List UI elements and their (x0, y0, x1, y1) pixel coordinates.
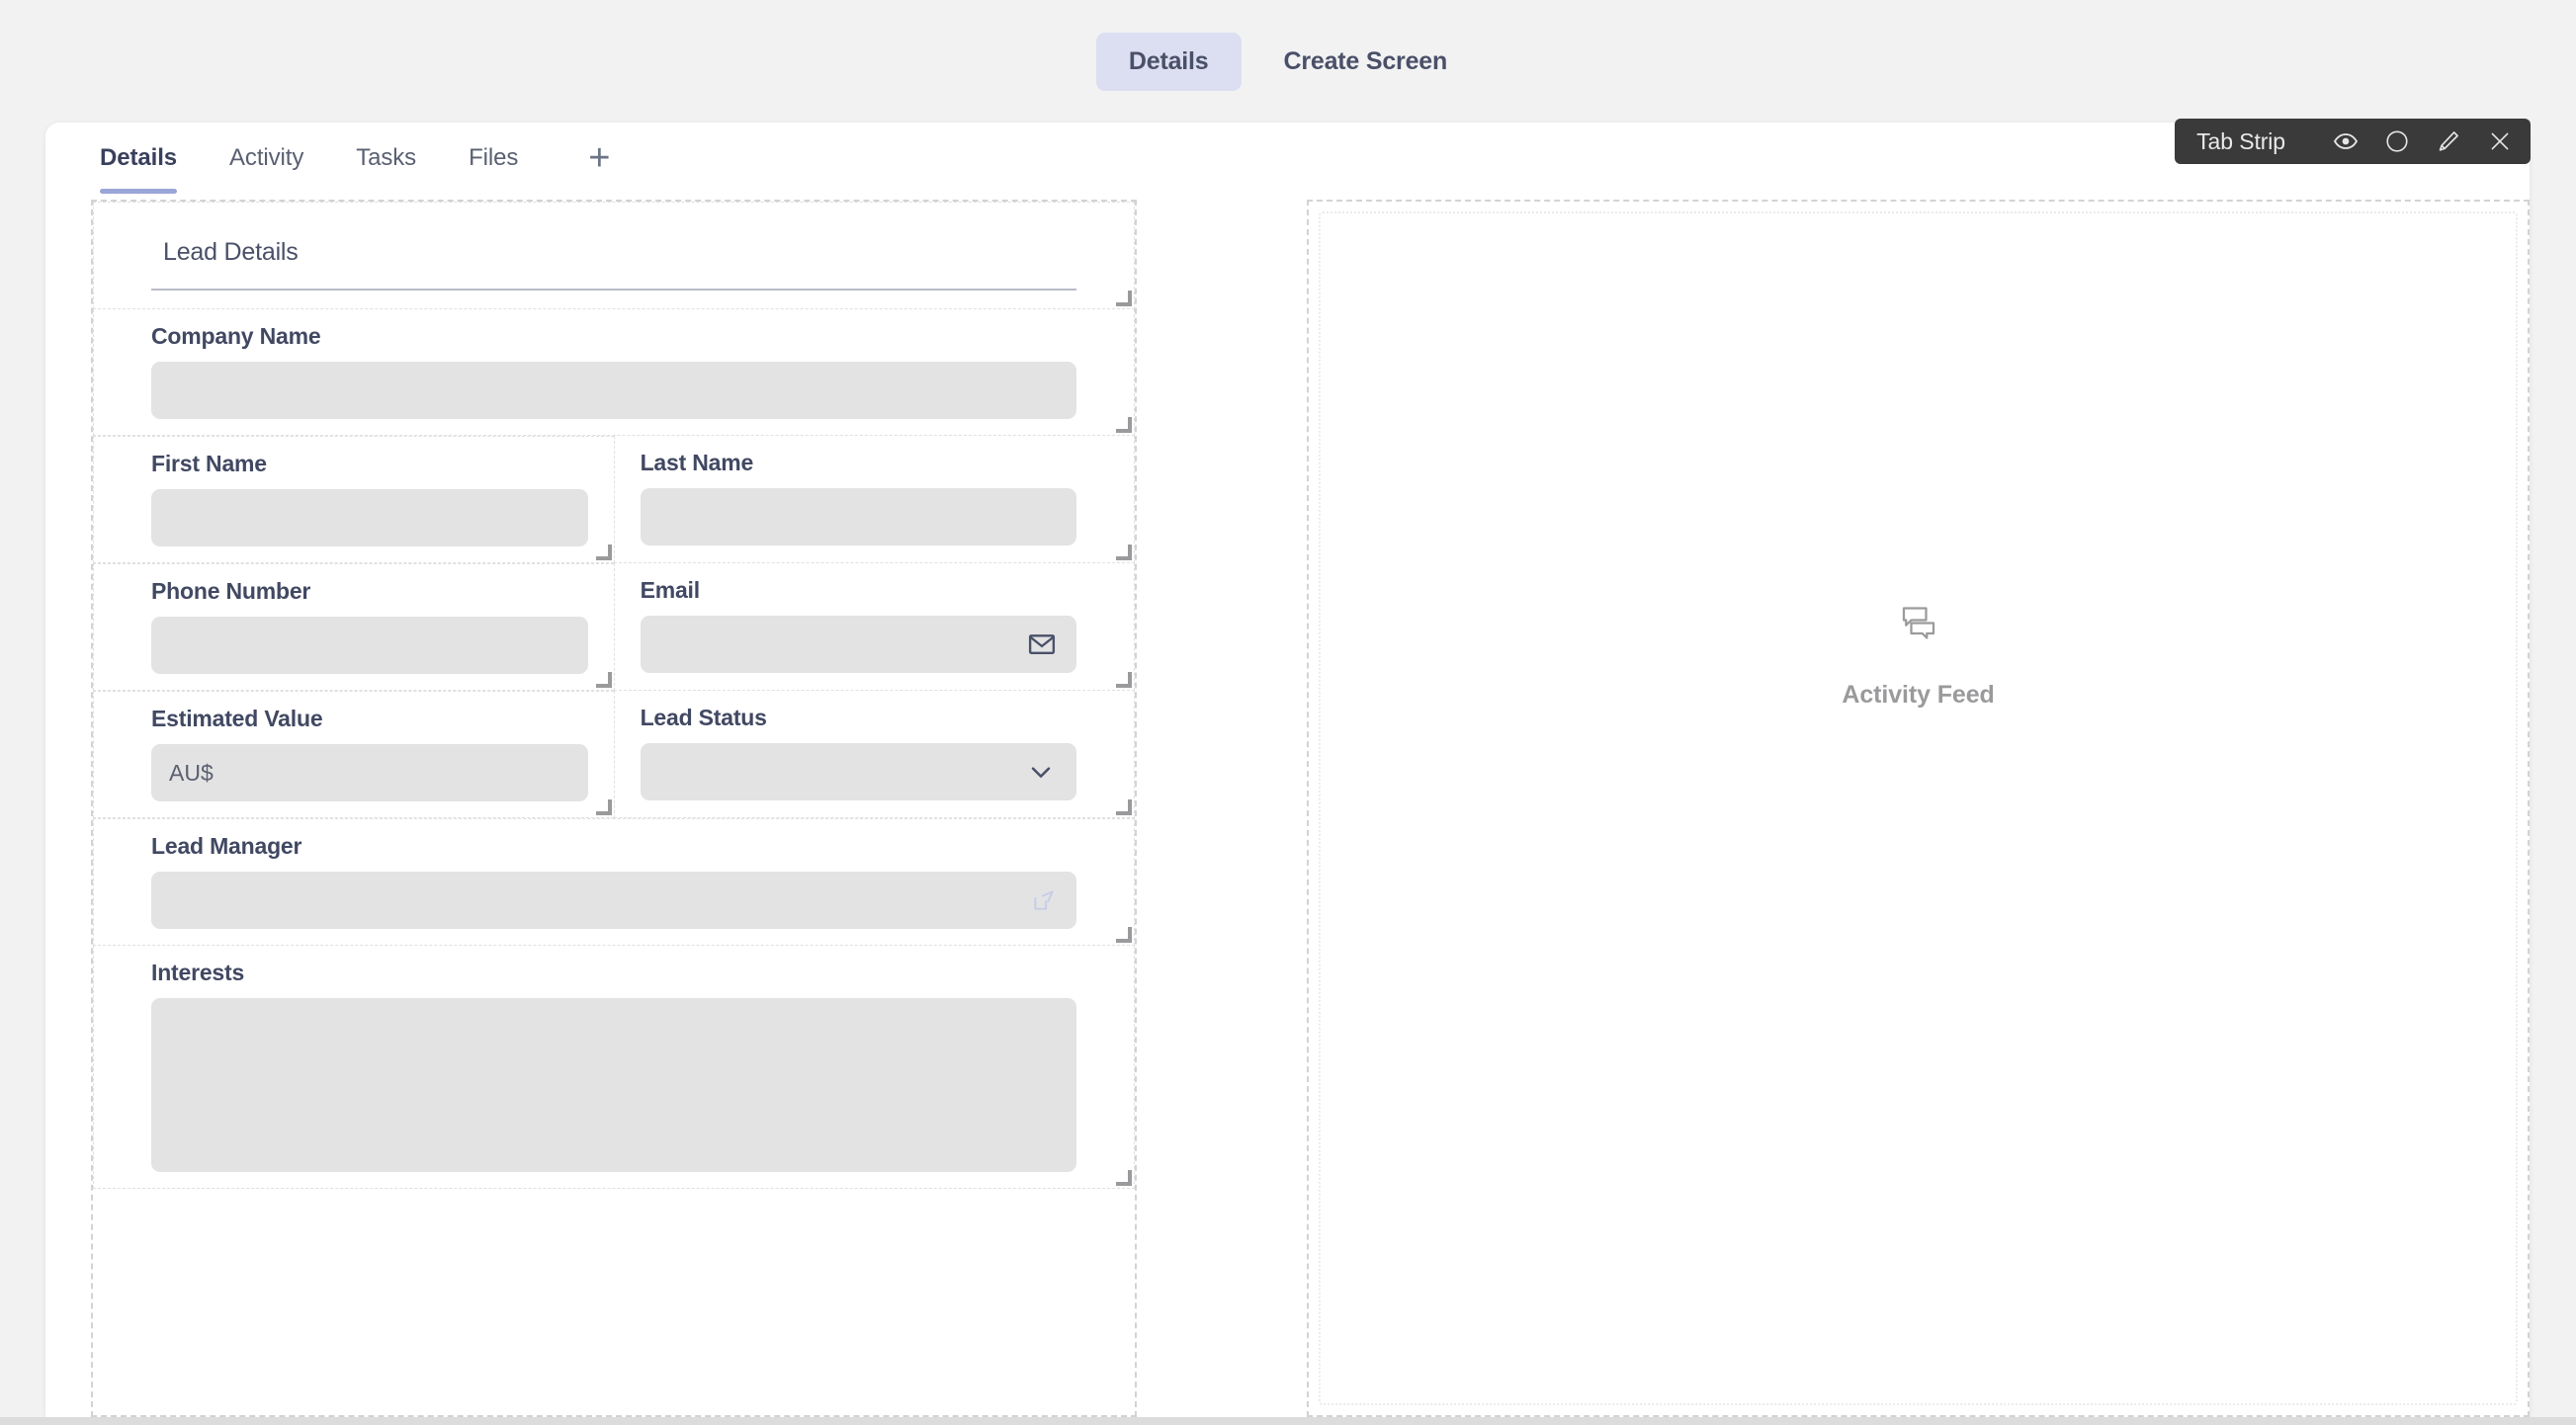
resize-handle[interactable] (595, 545, 612, 560)
tab-activity[interactable]: Activity (229, 144, 337, 172)
label-lead-manager: Lead Manager (151, 833, 302, 859)
builder-canvas: Lead Details Company Name First Name Las… (45, 200, 2530, 1417)
widget-company-name[interactable]: Company Name (93, 309, 1136, 436)
widget-email[interactable]: Email (613, 563, 1136, 691)
widget-phone-number[interactable]: Phone Number (93, 563, 614, 691)
pencil-icon[interactable] (2434, 126, 2463, 156)
tab-files[interactable]: Files (469, 144, 552, 172)
resize-handle[interactable] (595, 672, 612, 688)
row-phone-email: Phone Number Email (93, 563, 1136, 691)
row-first-last-name: First Name Last Name (93, 436, 1136, 563)
page-bottom-edge (0, 1417, 2576, 1425)
close-icon[interactable] (2485, 126, 2515, 156)
widget-interests[interactable]: Interests (93, 946, 1136, 1189)
input-phone-number[interactable] (151, 617, 588, 674)
tab-strip-toolbar: Tab Strip (2175, 119, 2531, 164)
label-estimated-value: Estimated Value (151, 706, 323, 731)
widget-lead-manager[interactable]: Lead Manager (93, 818, 1136, 946)
form-drop-zone[interactable]: Lead Details Company Name First Name Las… (91, 200, 1138, 1417)
tab-strip[interactable]: Details Activity Tasks Files + (45, 123, 2530, 200)
resize-handle[interactable] (595, 799, 612, 815)
input-estimated-value[interactable]: AU$ (151, 744, 588, 801)
widget-lead-status[interactable]: Lead Status (613, 691, 1136, 818)
resize-handle[interactable] (1116, 545, 1133, 560)
chat-bubbles-icon (1898, 601, 1939, 647)
resize-handle[interactable] (1116, 672, 1133, 688)
widget-last-name[interactable]: Last Name (613, 436, 1136, 563)
resize-handle[interactable] (1116, 1170, 1133, 1186)
activity-feed-label: Activity Feed (1842, 681, 1995, 709)
builder-card: Details Activity Tasks Files + Lead Deta… (45, 123, 2530, 1417)
label-last-name: Last Name (640, 450, 754, 475)
mode-switch: Details Create Screen (0, 0, 2576, 123)
widget-estimated-value[interactable]: Estimated Value AU$ (93, 691, 614, 818)
resize-handle[interactable] (1116, 417, 1133, 433)
label-phone-number: Phone Number (151, 578, 311, 604)
mail-icon (1027, 629, 1057, 659)
activity-feed-widget[interactable]: Activity Feed (1319, 211, 2518, 1405)
activity-feed-placeholder: Activity Feed (1842, 601, 1995, 710)
textarea-interests[interactable] (151, 998, 1077, 1172)
resize-handle[interactable] (1116, 291, 1133, 306)
label-company-name: Company Name (151, 323, 321, 349)
select-lead-status[interactable] (640, 743, 1077, 800)
label-email: Email (640, 577, 701, 603)
input-first-name[interactable] (151, 489, 588, 546)
label-interests: Interests (151, 960, 245, 985)
resize-handle[interactable] (1116, 799, 1133, 815)
mode-button-details[interactable]: Details (1095, 32, 1242, 91)
mode-button-create-screen[interactable]: Create Screen (1251, 33, 1481, 91)
input-lead-manager[interactable] (151, 872, 1077, 929)
add-tab-icon[interactable]: + (578, 139, 620, 177)
tab-details[interactable]: Details (100, 144, 211, 194)
row-value-status: Estimated Value AU$ Lead Status (93, 691, 1136, 818)
widget-section-title[interactable]: Lead Details (93, 202, 1136, 309)
widget-first-name[interactable]: First Name (93, 436, 614, 563)
activity-drop-zone[interactable]: Activity Feed (1307, 200, 2530, 1417)
circle-icon[interactable] (2382, 126, 2412, 156)
label-lead-status: Lead Status (640, 705, 767, 730)
label-first-name: First Name (151, 451, 267, 476)
section-title: Lead Details (151, 203, 1077, 291)
input-email[interactable] (640, 616, 1077, 673)
tab-tasks[interactable]: Tasks (356, 144, 450, 172)
input-last-name[interactable] (640, 488, 1077, 545)
tab-list: Details Activity Tasks Files + (45, 123, 620, 194)
resize-handle[interactable] (1116, 927, 1133, 943)
toolbar-title: Tab Strip (2196, 127, 2285, 154)
eye-icon[interactable] (2331, 126, 2361, 156)
chevron-down-icon[interactable] (1025, 756, 1057, 788)
input-company-name[interactable] (151, 362, 1077, 419)
external-link-icon[interactable] (1031, 887, 1057, 913)
